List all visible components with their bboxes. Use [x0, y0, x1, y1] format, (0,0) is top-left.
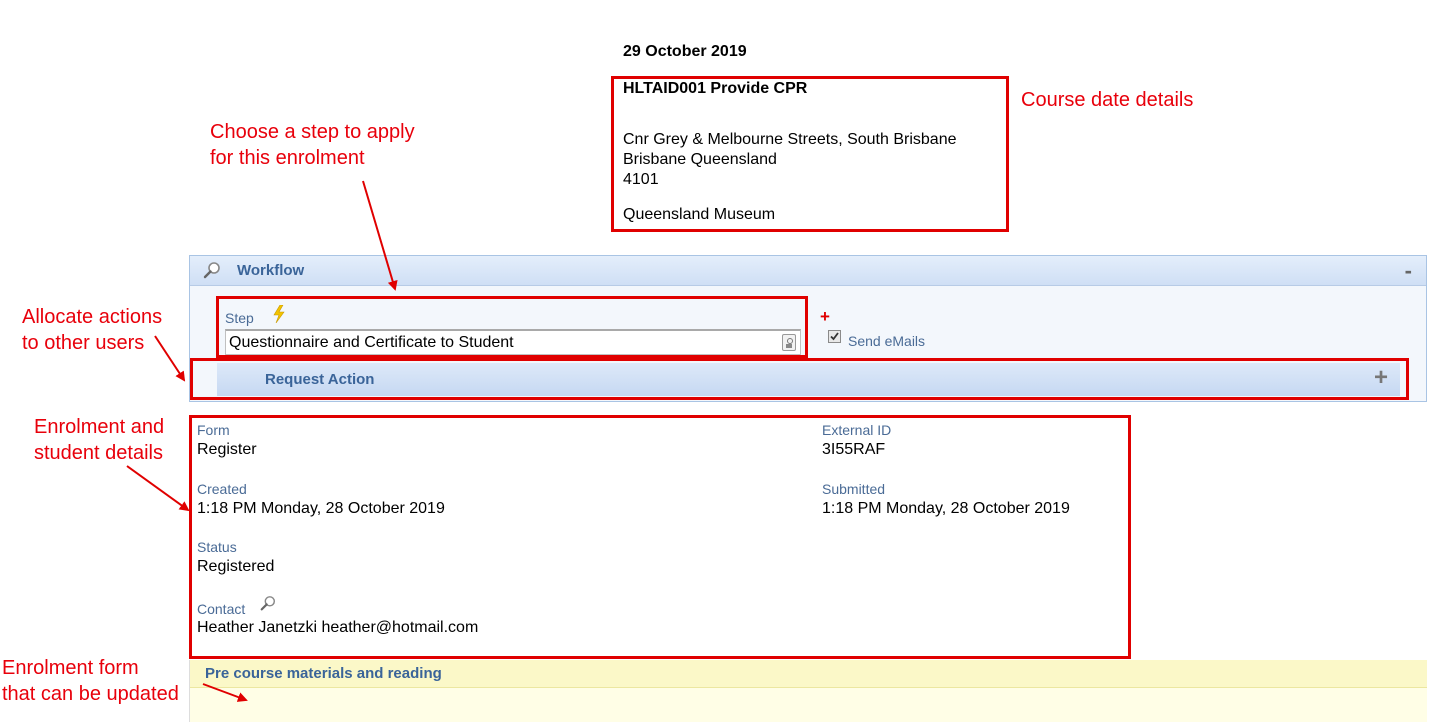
form-label: Form: [197, 422, 230, 438]
workflow-panel: Workflow - Step Questionnaire and Certif…: [189, 255, 1427, 402]
step-label: Step: [225, 310, 254, 326]
annotation-allocate-line2: to other users: [22, 332, 145, 354]
external-id-label: External ID: [822, 422, 892, 438]
pre-course-header[interactable]: Pre course materials and reading: [190, 660, 1427, 688]
arrow-enrolment: [126, 465, 190, 512]
dropdown-picker-icon[interactable]: [782, 334, 796, 351]
step-select[interactable]: Questionnaire and Certificate to Student: [225, 329, 801, 355]
annotation-enrolment-line2: student details: [34, 442, 163, 464]
arrow-allocate: [154, 335, 186, 382]
annotation-form-line1: Enrolment form: [2, 657, 139, 679]
created-value: 1:18 PM Monday, 28 October 2019: [197, 500, 445, 517]
annotation-choose-step-line2: for this enrolment: [210, 147, 365, 169]
workflow-collapse-button[interactable]: -: [1405, 258, 1412, 284]
contact-label: Contact: [197, 601, 246, 617]
annotation-form-line2: that can be updated: [2, 683, 179, 705]
add-step-button[interactable]: +: [820, 307, 830, 327]
form-value: Register: [197, 441, 257, 458]
pre-course-panel: Pre course materials and reading: [189, 660, 1427, 722]
status-value: Registered: [197, 558, 275, 575]
course-address-line2: Brisbane Queensland: [623, 151, 777, 168]
annotation-choose-step-line1: Choose a step to apply: [210, 121, 415, 143]
external-id-value: 3I55RAF: [822, 441, 886, 458]
annotation-enrolment-line1: Enrolment and: [34, 416, 165, 438]
course-title: HLTAID001 Provide CPR: [623, 80, 808, 97]
pre-course-title: Pre course materials and reading: [205, 665, 442, 682]
created-label: Created: [197, 481, 247, 497]
step-select-value: Questionnaire and Certificate to Student: [229, 334, 514, 351]
course-date: 29 October 2019: [623, 43, 747, 60]
annotation-allocate-line1: Allocate actions: [22, 306, 163, 328]
magnifier-icon[interactable]: [202, 261, 222, 286]
contact-value[interactable]: Heather Janetzki heather@hotmail.com: [197, 619, 478, 637]
plus-icon[interactable]: +: [1374, 364, 1388, 392]
lightning-icon[interactable]: [272, 304, 286, 328]
workflow-header[interactable]: Workflow -: [190, 256, 1426, 286]
course-venue: Queensland Museum: [623, 206, 776, 223]
request-action-bar[interactable]: Request Action +: [217, 363, 1400, 396]
workflow-title: Workflow: [237, 262, 305, 279]
annotation-course-date-details: Course date details: [1021, 89, 1194, 111]
status-label: Status: [197, 539, 237, 555]
contact-magnifier-icon[interactable]: [259, 595, 277, 618]
request-action-label: Request Action: [265, 371, 375, 388]
submitted-label: Submitted: [822, 481, 886, 497]
submitted-value: 1:18 PM Monday, 28 October 2019: [822, 500, 1070, 517]
course-postcode: 4101: [623, 171, 659, 188]
course-address-line1: Cnr Grey & Melbourne Streets, South Bris…: [623, 131, 957, 148]
send-emails-checkbox[interactable]: [828, 330, 841, 343]
send-emails-label[interactable]: Send eMails: [848, 333, 925, 349]
